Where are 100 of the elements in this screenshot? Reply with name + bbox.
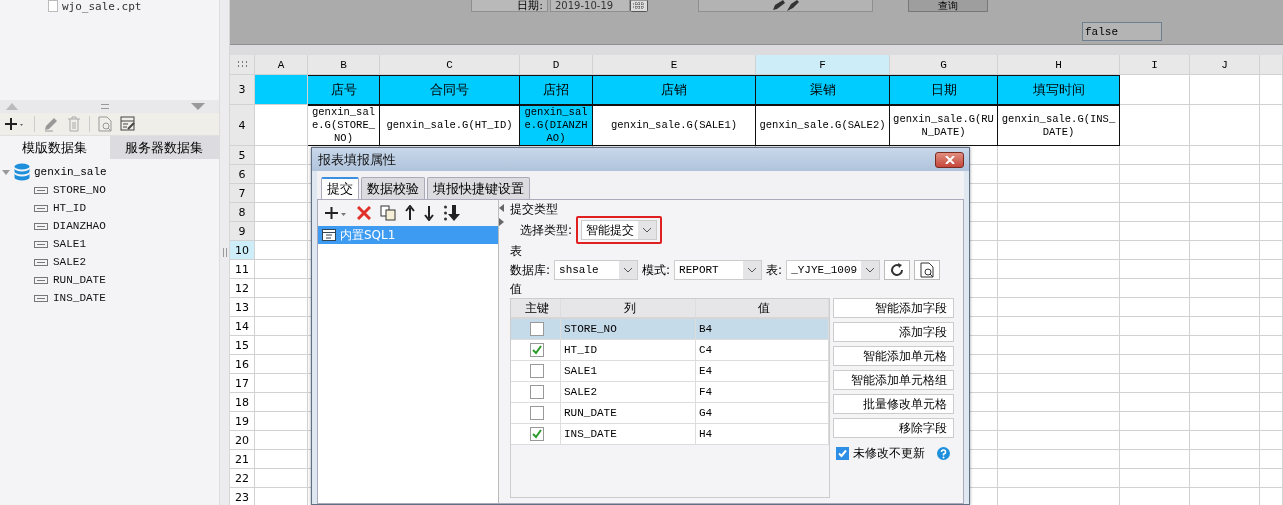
- row-header[interactable]: 22: [230, 469, 255, 488]
- empty-cell[interactable]: [998, 355, 1120, 374]
- dataset-tab[interactable]: 服务器数据集: [109, 136, 219, 159]
- empty-cell[interactable]: [1260, 260, 1283, 279]
- field-name[interactable]: DIANZHAO: [53, 220, 106, 232]
- row-header[interactable]: 6: [230, 165, 255, 184]
- dialog-tab[interactable]: 填报快捷键设置: [427, 177, 530, 199]
- empty-cell[interactable]: [1120, 355, 1190, 374]
- row-header[interactable]: 15: [230, 336, 255, 355]
- empty-cell[interactable]: [998, 203, 1120, 222]
- action-button[interactable]: 智能添加字段: [833, 298, 954, 318]
- empty-cell[interactable]: [1260, 393, 1283, 412]
- empty-cell[interactable]: [998, 146, 1120, 165]
- checkbox-checked-icon[interactable]: [530, 427, 544, 441]
- empty-cell[interactable]: [1260, 355, 1283, 374]
- column-header[interactable]: I: [1120, 55, 1190, 75]
- empty-cell[interactable]: [1190, 75, 1260, 105]
- column-header[interactable]: F: [756, 55, 890, 75]
- collapse-down-icon[interactable]: [191, 103, 205, 110]
- empty-cell[interactable]: [998, 298, 1120, 317]
- checkbox-checked-icon[interactable]: [836, 447, 849, 460]
- column-header[interactable]: D: [520, 55, 593, 75]
- empty-cell[interactable]: [1120, 260, 1190, 279]
- row-header[interactable]: 11: [230, 260, 255, 279]
- empty-cell[interactable]: [1260, 412, 1283, 431]
- checkbox-icon[interactable]: [530, 406, 544, 420]
- empty-cell[interactable]: [1120, 450, 1190, 469]
- database-select[interactable]: shsale: [554, 260, 639, 280]
- empty-cell[interactable]: [1120, 105, 1190, 146]
- move-down-icon[interactable]: [424, 205, 434, 221]
- empty-cell[interactable]: [998, 336, 1120, 355]
- pencil-icon[interactable]: [43, 116, 59, 132]
- row-header[interactable]: 14: [230, 317, 255, 336]
- column-header[interactable]: [1260, 55, 1283, 75]
- empty-cell[interactable]: [1190, 393, 1260, 412]
- table-row[interactable]: SALE1 E4: [511, 361, 829, 382]
- table-cell[interactable]: genxin_sale.G(DIANZHAO): [520, 105, 593, 146]
- empty-cell[interactable]: [1190, 222, 1260, 241]
- submit-type-select[interactable]: 智能提交: [581, 220, 658, 240]
- empty-cell[interactable]: [1120, 222, 1190, 241]
- preview-button[interactable]: [914, 260, 941, 280]
- action-button[interactable]: 批量修改单元格: [833, 394, 954, 414]
- empty-cell[interactable]: [998, 279, 1120, 298]
- add-icon[interactable]: [324, 205, 348, 221]
- column-header[interactable]: E: [593, 55, 756, 75]
- copy-icon[interactable]: [380, 205, 396, 221]
- row-header[interactable]: 3: [230, 75, 255, 105]
- table-row[interactable]: HT_ID C4: [511, 340, 829, 361]
- empty-cell[interactable]: [1260, 279, 1283, 298]
- refresh-button[interactable]: [884, 260, 911, 280]
- table-cell[interactable]: 合同号: [380, 75, 520, 105]
- column-header[interactable]: G: [890, 55, 998, 75]
- checkbox-checked-icon[interactable]: [530, 343, 544, 357]
- empty-cell[interactable]: [1190, 336, 1260, 355]
- row-header[interactable]: 16: [230, 355, 255, 374]
- empty-cell[interactable]: [1260, 184, 1283, 203]
- empty-cell[interactable]: [998, 412, 1120, 431]
- table-row[interactable]: SALE2 F4: [511, 382, 829, 403]
- close-button[interactable]: [935, 151, 964, 168]
- empty-cell[interactable]: [1260, 336, 1283, 355]
- empty-cell[interactable]: [998, 393, 1120, 412]
- dataset-name[interactable]: genxin_sale: [34, 166, 107, 178]
- empty-cell[interactable]: [1190, 241, 1260, 260]
- table-cell[interactable]: genxin_sale.G(SALE2): [756, 105, 890, 146]
- select-all-icon[interactable]: [236, 61, 248, 68]
- empty-cell[interactable]: [998, 431, 1120, 450]
- empty-cell[interactable]: [1120, 146, 1190, 165]
- empty-cell[interactable]: [1260, 298, 1283, 317]
- empty-cell[interactable]: [1120, 165, 1190, 184]
- row-header[interactable]: 13: [230, 298, 255, 317]
- empty-cell[interactable]: [1120, 317, 1190, 336]
- empty-cell[interactable]: [1190, 412, 1260, 431]
- row-header[interactable]: 10: [230, 241, 255, 260]
- preview-icon[interactable]: [98, 116, 112, 132]
- empty-cell[interactable]: [998, 374, 1120, 393]
- row-header[interactable]: 5: [230, 146, 255, 165]
- empty-cell[interactable]: [1120, 241, 1190, 260]
- checkbox-icon[interactable]: [530, 364, 544, 378]
- empty-cell[interactable]: [1190, 431, 1260, 450]
- action-button[interactable]: 智能添加单元格组: [833, 370, 954, 390]
- checkbox-icon[interactable]: [530, 322, 544, 336]
- column-header[interactable]: C: [380, 55, 520, 75]
- action-button[interactable]: 移除字段: [833, 418, 954, 438]
- trash-icon[interactable]: [67, 116, 81, 132]
- table-cell[interactable]: 日期: [890, 75, 998, 105]
- empty-cell[interactable]: [1190, 279, 1260, 298]
- table-cell[interactable]: 店招: [520, 75, 593, 105]
- column-header[interactable]: A: [255, 55, 308, 75]
- empty-cell[interactable]: [1260, 146, 1283, 165]
- row-header[interactable]: 21: [230, 450, 255, 469]
- checkbox-icon[interactable]: [530, 385, 544, 399]
- help-icon[interactable]: [937, 447, 950, 460]
- empty-cell[interactable]: [1120, 203, 1190, 222]
- empty-cell[interactable]: [1190, 165, 1260, 184]
- field-name[interactable]: SALE2: [53, 256, 86, 268]
- query-button[interactable]: 查询: [908, 0, 988, 12]
- row-header[interactable]: 20: [230, 431, 255, 450]
- table-cell[interactable]: genxin_sale.G(INS_DATE): [998, 105, 1120, 146]
- action-button[interactable]: 添加字段: [833, 322, 954, 342]
- calendar-icon[interactable]: [630, 0, 648, 12]
